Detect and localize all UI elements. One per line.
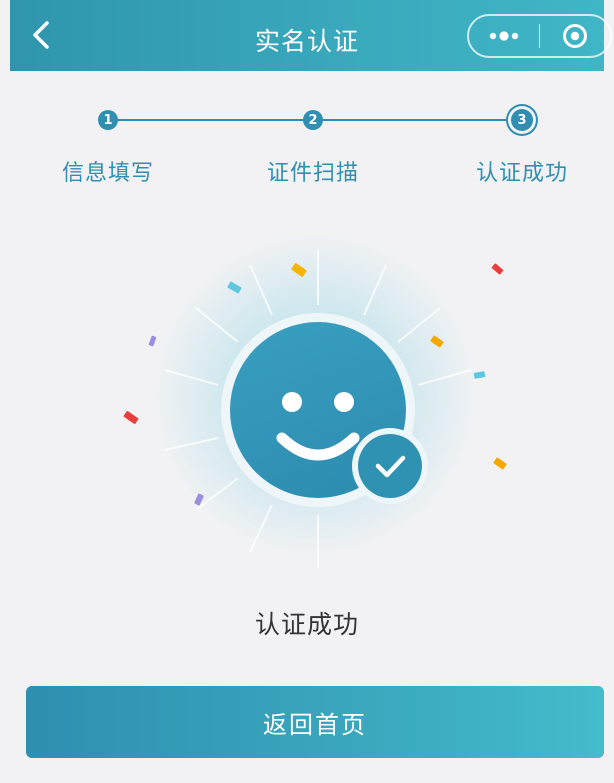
step-progress: 1 2 3 信息填写 证件扫描 认证成功 — [0, 100, 614, 190]
mini-program-capsule — [467, 14, 612, 58]
step-2-dot: 2 — [303, 110, 323, 130]
back-to-home-button[interactable]: 返回首页 — [26, 686, 604, 758]
step-connector — [108, 119, 313, 121]
success-message: 认证成功 — [254, 610, 359, 639]
step-connector — [313, 119, 521, 121]
success-illustration — [0, 210, 614, 590]
navigation-bar: 实名认证 — [10, 0, 612, 71]
step-1-dot: 1 — [98, 110, 118, 130]
more-dots-icon — [489, 31, 519, 41]
step-2-label: 证件扫描 — [266, 161, 359, 186]
step-3-label: 认证成功 — [475, 161, 568, 186]
more-button[interactable] — [469, 16, 539, 56]
step-1-label: 信息填写 — [61, 161, 154, 186]
success-badge — [352, 428, 428, 504]
target-circle-icon — [562, 24, 587, 48]
close-button[interactable] — [540, 16, 610, 56]
step-3-dot: 3 — [511, 109, 533, 131]
checkmark-icon — [358, 434, 422, 498]
